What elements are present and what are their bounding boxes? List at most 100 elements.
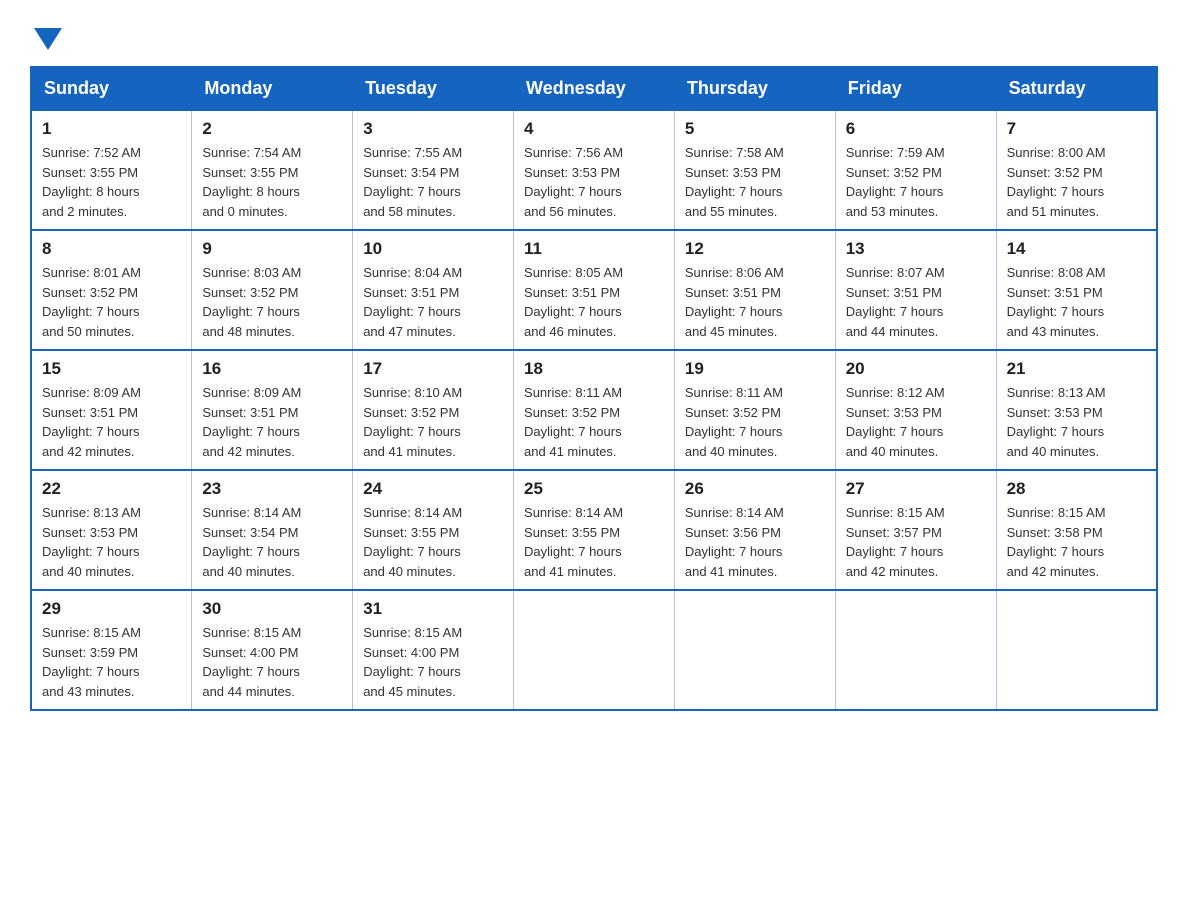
day-number: 28 (1007, 479, 1146, 499)
day-info: Sunrise: 8:15 AMSunset: 4:00 PMDaylight:… (363, 623, 503, 701)
day-number: 24 (363, 479, 503, 499)
day-number: 4 (524, 119, 664, 139)
header-thursday: Thursday (674, 67, 835, 110)
calendar-cell: 1 Sunrise: 7:52 AMSunset: 3:55 PMDaylight… (31, 110, 192, 230)
calendar-cell: 6 Sunrise: 7:59 AMSunset: 3:52 PMDaylight… (835, 110, 996, 230)
day-number: 21 (1007, 359, 1146, 379)
calendar-header-row: SundayMondayTuesdayWednesdayThursdayFrid… (31, 67, 1157, 110)
week-row-2: 8Sunrise: 8:01 AMSunset: 3:52 PMDaylight… (31, 230, 1157, 350)
calendar-cell: 22 Sunrise: 8:13 AMSunset: 3:53 PMDayligh… (31, 470, 192, 590)
calendar-cell: 28 Sunrise: 8:15 AMSunset: 3:58 PMDayligh… (996, 470, 1157, 590)
calendar-cell (996, 590, 1157, 710)
calendar-cell: 14Sunrise: 8:08 AMSunset: 3:51 PMDayligh… (996, 230, 1157, 350)
day-number: 27 (846, 479, 986, 499)
calendar-cell: 8Sunrise: 8:01 AMSunset: 3:52 PMDaylight… (31, 230, 192, 350)
day-number: 22 (42, 479, 181, 499)
day-number: 1 (42, 119, 181, 139)
calendar-cell: 20 Sunrise: 8:12 AMSunset: 3:53 PMDayligh… (835, 350, 996, 470)
header-tuesday: Tuesday (353, 67, 514, 110)
day-number: 29 (42, 599, 181, 619)
calendar-cell: 18 Sunrise: 8:11 AMSunset: 3:52 PMDayligh… (514, 350, 675, 470)
day-info: Sunrise: 8:07 AMSunset: 3:51 PMDaylight:… (846, 263, 986, 341)
calendar-cell (835, 590, 996, 710)
day-number: 31 (363, 599, 503, 619)
calendar-cell: 30Sunrise: 8:15 AMSunset: 4:00 PMDayligh… (192, 590, 353, 710)
calendar-cell: 10 Sunrise: 8:04 AMSunset: 3:51 PMDayligh… (353, 230, 514, 350)
day-number: 14 (1007, 239, 1146, 259)
calendar-cell: 3 Sunrise: 7:55 AMSunset: 3:54 PMDaylight… (353, 110, 514, 230)
day-number: 20 (846, 359, 986, 379)
day-info: Sunrise: 8:05 AMSunset: 3:51 PMDaylight:… (524, 263, 664, 341)
day-number: 15 (42, 359, 181, 379)
day-number: 9 (202, 239, 342, 259)
week-row-1: 1 Sunrise: 7:52 AMSunset: 3:55 PMDaylight… (31, 110, 1157, 230)
week-row-4: 22 Sunrise: 8:13 AMSunset: 3:53 PMDayligh… (31, 470, 1157, 590)
day-info: Sunrise: 8:12 AMSunset: 3:53 PMDaylight:… (846, 383, 986, 461)
calendar-cell: 12 Sunrise: 8:06 AMSunset: 3:51 PMDayligh… (674, 230, 835, 350)
calendar-cell: 7 Sunrise: 8:00 AMSunset: 3:52 PMDaylight… (996, 110, 1157, 230)
day-number: 19 (685, 359, 825, 379)
day-number: 3 (363, 119, 503, 139)
day-info: Sunrise: 8:15 AMSunset: 3:59 PMDaylight:… (42, 623, 181, 701)
calendar-cell: 24 Sunrise: 8:14 AMSunset: 3:55 PMDayligh… (353, 470, 514, 590)
calendar-cell: 15Sunrise: 8:09 AMSunset: 3:51 PMDayligh… (31, 350, 192, 470)
day-number: 23 (202, 479, 342, 499)
day-info: Sunrise: 8:14 AMSunset: 3:54 PMDaylight:… (202, 503, 342, 581)
day-number: 12 (685, 239, 825, 259)
day-number: 7 (1007, 119, 1146, 139)
day-number: 26 (685, 479, 825, 499)
day-number: 13 (846, 239, 986, 259)
header-monday: Monday (192, 67, 353, 110)
week-row-3: 15 Sunrise: 8:09 AMSunset: 3:51 PMDayligh… (31, 350, 1157, 470)
day-info: Sunrise: 7:59 AMSunset: 3:52 PMDaylight:… (846, 143, 986, 221)
day-info: Sunrise: 8:10 AMSunset: 3:52 PMDaylight:… (363, 383, 503, 461)
day-info: Sunrise: 8:14 AMSunset: 3:55 PMDaylight:… (363, 503, 503, 581)
day-info: Sunrise: 8:00 AMSunset: 3:52 PMDaylight:… (1007, 143, 1146, 221)
day-info: Sunrise: 8:14 AMSunset: 3:55 PMDaylight:… (524, 503, 664, 581)
day-number: 6 (846, 119, 986, 139)
week-row-5: 29 Sunrise: 8:15 AMSunset: 3:59 PMDayligh… (31, 590, 1157, 710)
calendar-cell: 29 Sunrise: 8:15 AMSunset: 3:59 PMDayligh… (31, 590, 192, 710)
day-number: 5 (685, 119, 825, 139)
calendar-cell: 21 Sunrise: 8:13 AMSunset: 3:53 PMDayligh… (996, 350, 1157, 470)
calendar-cell: 27Sunrise: 8:15 AMSunset: 3:57 PMDayligh… (835, 470, 996, 590)
day-info: Sunrise: 8:14 AMSunset: 3:56 PMDaylight:… (685, 503, 825, 581)
calendar-cell: 16Sunrise: 8:09 AMSunset: 3:51 PMDayligh… (192, 350, 353, 470)
header-wednesday: Wednesday (514, 67, 675, 110)
logo (30, 20, 62, 50)
day-number: 11 (524, 239, 664, 259)
header-sunday: Sunday (31, 67, 192, 110)
day-info: Sunrise: 7:55 AMSunset: 3:54 PMDaylight:… (363, 143, 503, 221)
day-number: 18 (524, 359, 664, 379)
day-info: Sunrise: 7:52 AMSunset: 3:55 PMDaylight:… (42, 143, 181, 221)
day-info: Sunrise: 8:13 AMSunset: 3:53 PMDaylight:… (1007, 383, 1146, 461)
day-info: Sunrise: 8:11 AMSunset: 3:52 PMDaylight:… (685, 383, 825, 461)
day-number: 25 (524, 479, 664, 499)
calendar-cell: 23 Sunrise: 8:14 AMSunset: 3:54 PMDayligh… (192, 470, 353, 590)
day-info: Sunrise: 8:13 AMSunset: 3:53 PMDaylight:… (42, 503, 181, 581)
day-info: Sunrise: 8:06 AMSunset: 3:51 PMDaylight:… (685, 263, 825, 341)
day-info: Sunrise: 7:58 AMSunset: 3:53 PMDaylight:… (685, 143, 825, 221)
calendar-cell: 26 Sunrise: 8:14 AMSunset: 3:56 PMDayligh… (674, 470, 835, 590)
day-info: Sunrise: 8:15 AMSunset: 3:58 PMDaylight:… (1007, 503, 1146, 581)
calendar-cell: 25 Sunrise: 8:14 AMSunset: 3:55 PMDayligh… (514, 470, 675, 590)
calendar-table: SundayMondayTuesdayWednesdayThursdayFrid… (30, 66, 1158, 711)
header-friday: Friday (835, 67, 996, 110)
page-header (30, 20, 1158, 50)
logo-triangle-icon (34, 28, 62, 50)
calendar-cell: 4 Sunrise: 7:56 AMSunset: 3:53 PMDaylight… (514, 110, 675, 230)
calendar-cell: 9Sunrise: 8:03 AMSunset: 3:52 PMDaylight… (192, 230, 353, 350)
calendar-cell: 13 Sunrise: 8:07 AMSunset: 3:51 PMDayligh… (835, 230, 996, 350)
day-info: Sunrise: 7:54 AMSunset: 3:55 PMDaylight:… (202, 143, 342, 221)
day-info: Sunrise: 8:15 AMSunset: 4:00 PMDaylight:… (202, 623, 342, 701)
calendar-cell (514, 590, 675, 710)
day-info: Sunrise: 8:09 AMSunset: 3:51 PMDaylight:… (202, 383, 342, 461)
day-info: Sunrise: 8:11 AMSunset: 3:52 PMDaylight:… (524, 383, 664, 461)
day-info: Sunrise: 7:56 AMSunset: 3:53 PMDaylight:… (524, 143, 664, 221)
day-number: 2 (202, 119, 342, 139)
calendar-cell: 19 Sunrise: 8:11 AMSunset: 3:52 PMDayligh… (674, 350, 835, 470)
calendar-cell: 2 Sunrise: 7:54 AMSunset: 3:55 PMDaylight… (192, 110, 353, 230)
calendar-cell (674, 590, 835, 710)
day-number: 10 (363, 239, 503, 259)
day-info: Sunrise: 8:04 AMSunset: 3:51 PMDaylight:… (363, 263, 503, 341)
